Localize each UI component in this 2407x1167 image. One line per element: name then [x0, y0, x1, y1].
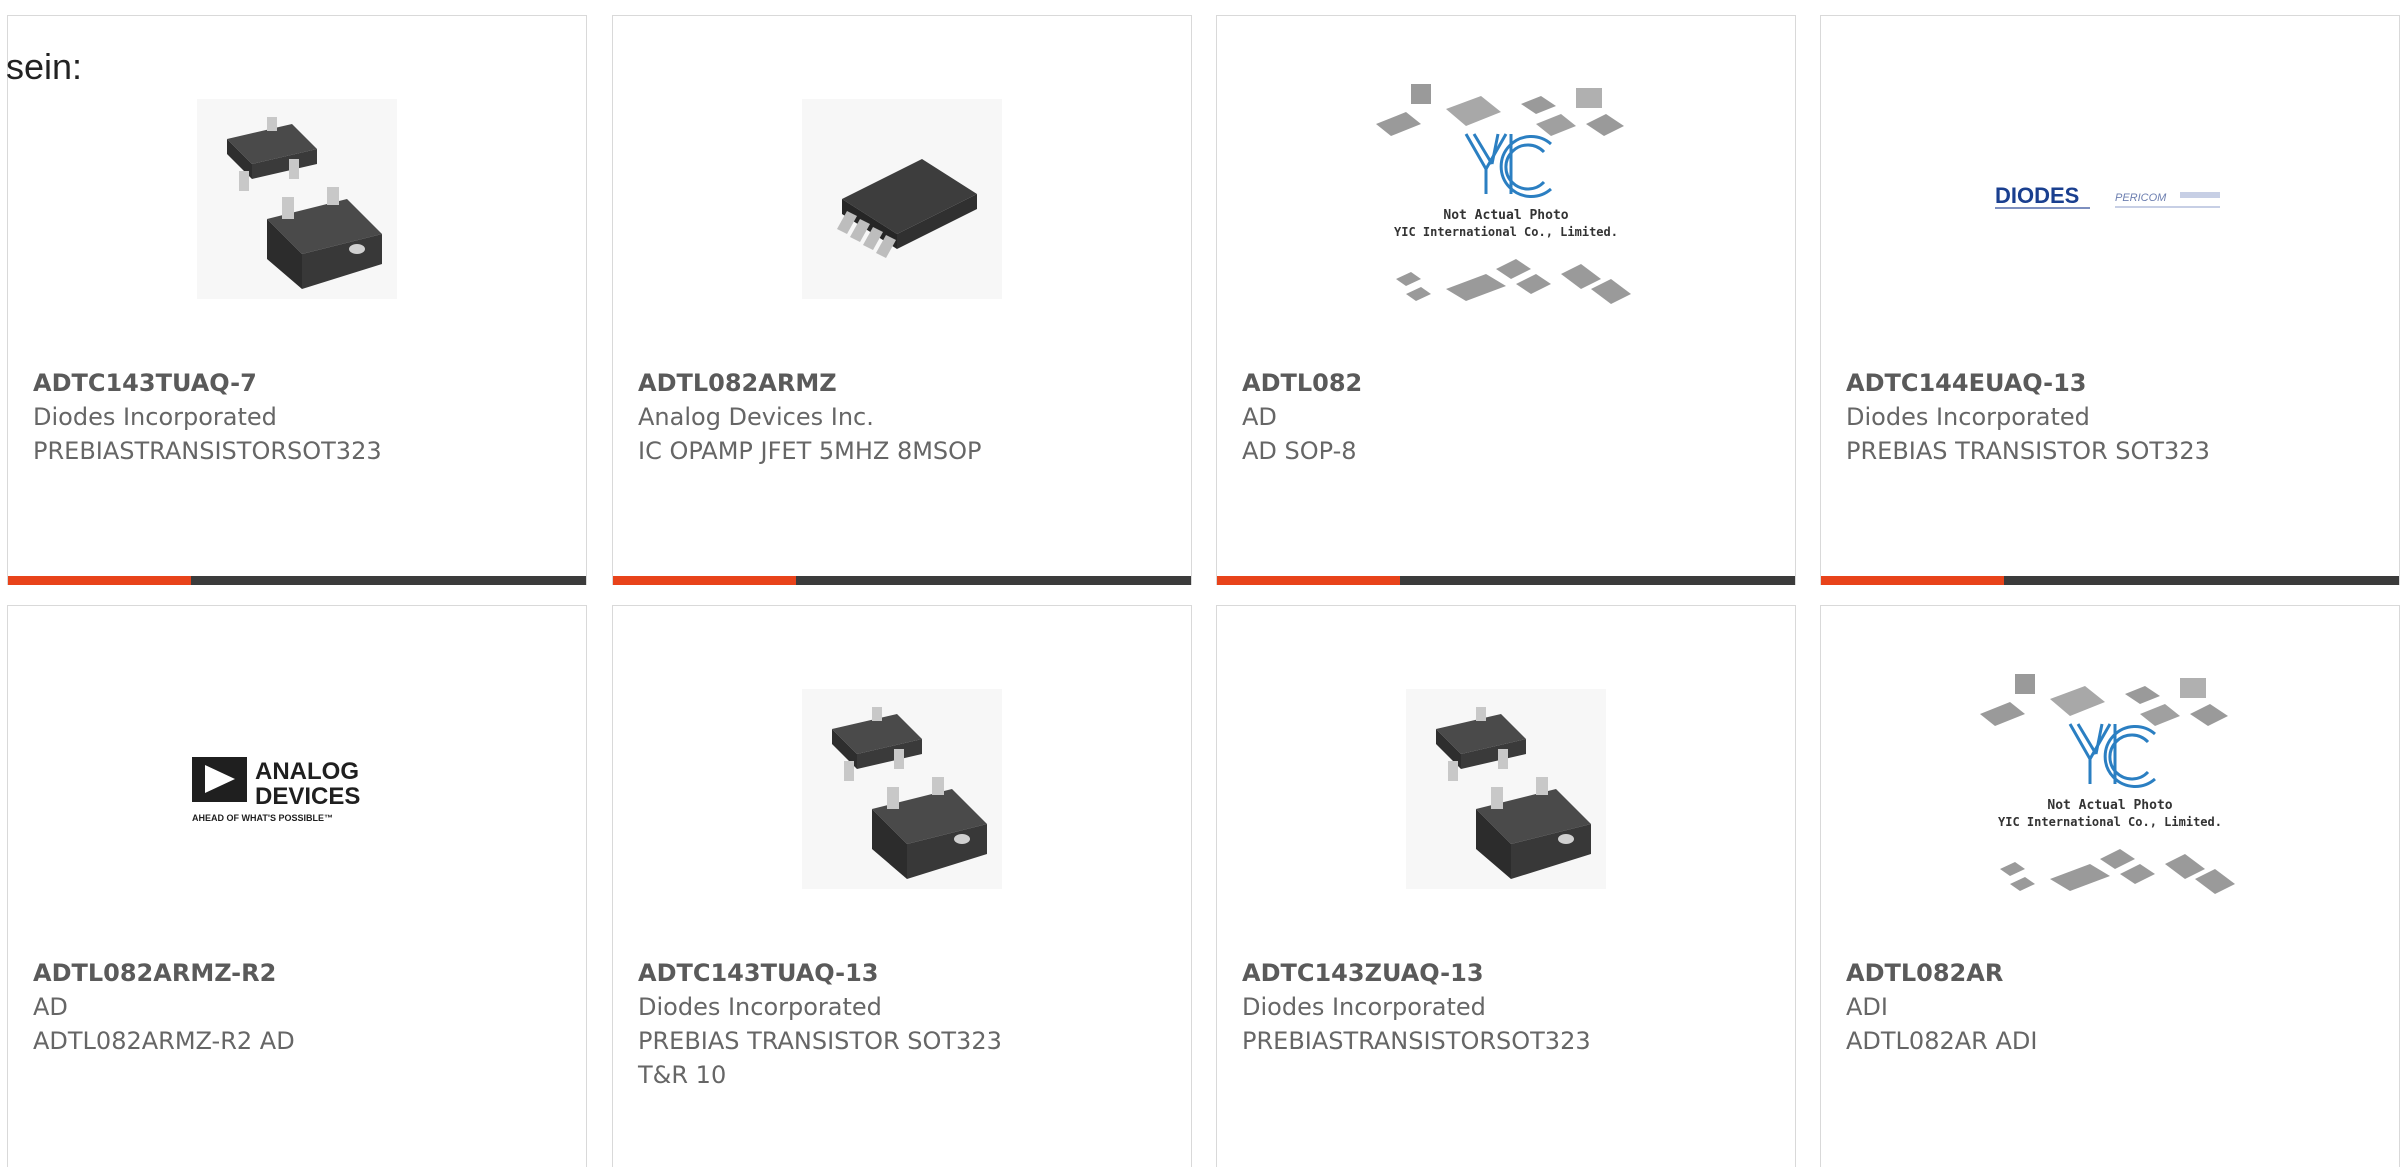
product-image: [613, 654, 1191, 924]
product-info: ADTC143ZUAQ-13 Diodes Incorporated PREBI…: [1242, 956, 1775, 1058]
product-grid-page: sein: ADTC143TUAQ-7 Diodes Incorporated …: [0, 0, 2407, 1167]
part-number[interactable]: ADTL082ARMZ-R2: [33, 956, 566, 990]
product-card[interactable]: DIODES PERICOM ADTC144EUAQ-13 Diodes Inc…: [1820, 15, 2400, 585]
description: PREBIAS TRANSISTOR SOT323: [1846, 437, 2210, 465]
sot323-package-icon: [802, 689, 1002, 889]
svg-text:AHEAD OF WHAT'S POSSIBLE™: AHEAD OF WHAT'S POSSIBLE™: [192, 813, 333, 823]
card-footer-bar: [613, 576, 1191, 585]
description: PREBIASTRANSISTORSOT323: [33, 437, 382, 465]
product-card[interactable]: Not Actual Photo YIC International Co., …: [1820, 605, 2400, 1167]
part-number[interactable]: ADTL082AR: [1846, 956, 2379, 990]
description: IC OPAMP JFET 5MHZ 8MSOP: [638, 437, 982, 465]
card-footer-bar: [1217, 576, 1795, 585]
manufacturer: Analog Devices Inc.: [638, 403, 874, 431]
product-info: ADTL082 AD AD SOP-8: [1242, 366, 1775, 468]
product-card[interactable]: ANALOG DEVICES AHEAD OF WHAT'S POSSIBLE™…: [7, 605, 587, 1167]
product-info: ADTC144EUAQ-13 Diodes Incorporated PREBI…: [1846, 366, 2379, 468]
product-info: ADTL082AR ADI ADTL082AR ADI: [1846, 956, 2379, 1058]
product-image: ANALOG DEVICES AHEAD OF WHAT'S POSSIBLE™: [8, 654, 586, 924]
product-info: ADTL082ARMZ Analog Devices Inc. IC OPAMP…: [638, 366, 1171, 468]
part-number[interactable]: ADTC143TUAQ-7: [33, 366, 566, 400]
manufacturer: ADI: [1846, 993, 1888, 1021]
manufacturer: AD: [33, 993, 68, 1021]
sot323-package-icon: [197, 99, 397, 299]
intro-text: sein:: [6, 46, 83, 87]
description: ADTL082AR ADI: [1846, 1027, 2038, 1055]
product-info: ADTC143TUAQ-13 Diodes Incorporated PREBI…: [638, 956, 1171, 1092]
product-card[interactable]: Not Actual Photo YIC International Co., …: [1216, 15, 1796, 585]
manufacturer: Diodes Incorporated: [1242, 993, 1486, 1021]
card-footer-bar: [8, 576, 586, 585]
svg-text:Not Actual Photo: Not Actual Photo: [2047, 798, 2172, 813]
product-image: Not Actual Photo YIC International Co., …: [1821, 654, 2399, 924]
svg-text:ANALOG: ANALOG: [255, 758, 359, 785]
description: PREBIAS TRANSISTOR SOT323: [638, 1027, 1002, 1055]
product-image: DIODES PERICOM: [1821, 64, 2399, 334]
manufacturer: Diodes Incorporated: [33, 403, 277, 431]
diodes-pericom-logo-icon: DIODES PERICOM: [1995, 183, 2220, 209]
manufacturer: Diodes Incorporated: [638, 993, 882, 1021]
part-number[interactable]: ADTL082ARMZ: [638, 366, 1171, 400]
svg-text:DIODES: DIODES: [1995, 183, 2079, 208]
part-number[interactable]: ADTC143TUAQ-13: [638, 956, 1171, 990]
yic-placeholder-icon: Not Actual Photo YIC International Co., …: [1980, 674, 2235, 894]
product-card[interactable]: ADTC143ZUAQ-13 Diodes Incorporated PREBI…: [1216, 605, 1796, 1167]
product-info: ADTC143TUAQ-7 Diodes Incorporated PREBIA…: [33, 366, 566, 468]
product-image: [613, 64, 1191, 334]
product-card[interactable]: ADTL082ARMZ Analog Devices Inc. IC OPAMP…: [612, 15, 1192, 585]
card-footer-bar: [1821, 576, 2399, 585]
description-extra: T&R 10: [638, 1061, 727, 1089]
svg-text:PERICOM: PERICOM: [2115, 192, 2167, 204]
part-number[interactable]: ADTC143ZUAQ-13: [1242, 956, 1775, 990]
part-number[interactable]: ADTC144EUAQ-13: [1846, 366, 2379, 400]
description: PREBIASTRANSISTORSOT323: [1242, 1027, 1591, 1055]
description: AD SOP-8: [1242, 437, 1357, 465]
analog-devices-logo-icon: ANALOG DEVICES AHEAD OF WHAT'S POSSIBLE™: [192, 757, 360, 823]
svg-text:YIC International Co., Limited: YIC International Co., Limited.: [1394, 225, 1618, 239]
product-image: Not Actual Photo YIC International Co., …: [1217, 64, 1795, 334]
svg-text:YIC International Co., Limited: YIC International Co., Limited.: [1998, 815, 2222, 829]
msop8-package-icon: [802, 99, 1002, 299]
manufacturer: Diodes Incorporated: [1846, 403, 2090, 431]
svg-text:Not Actual Photo: Not Actual Photo: [1443, 208, 1568, 223]
yic-placeholder-icon: Not Actual Photo YIC International Co., …: [1376, 84, 1631, 304]
sot323-package-icon: [1406, 689, 1606, 889]
product-image: [8, 64, 586, 334]
manufacturer: AD: [1242, 403, 1277, 431]
product-card[interactable]: ADTC143TUAQ-7 Diodes Incorporated PREBIA…: [7, 15, 587, 585]
product-card[interactable]: ADTC143TUAQ-13 Diodes Incorporated PREBI…: [612, 605, 1192, 1167]
description: ADTL082ARMZ-R2 AD: [33, 1027, 295, 1055]
product-info: ADTL082ARMZ-R2 AD ADTL082ARMZ-R2 AD: [33, 956, 566, 1058]
part-number[interactable]: ADTL082: [1242, 366, 1775, 400]
product-image: [1217, 654, 1795, 924]
svg-text:DEVICES: DEVICES: [255, 783, 360, 810]
